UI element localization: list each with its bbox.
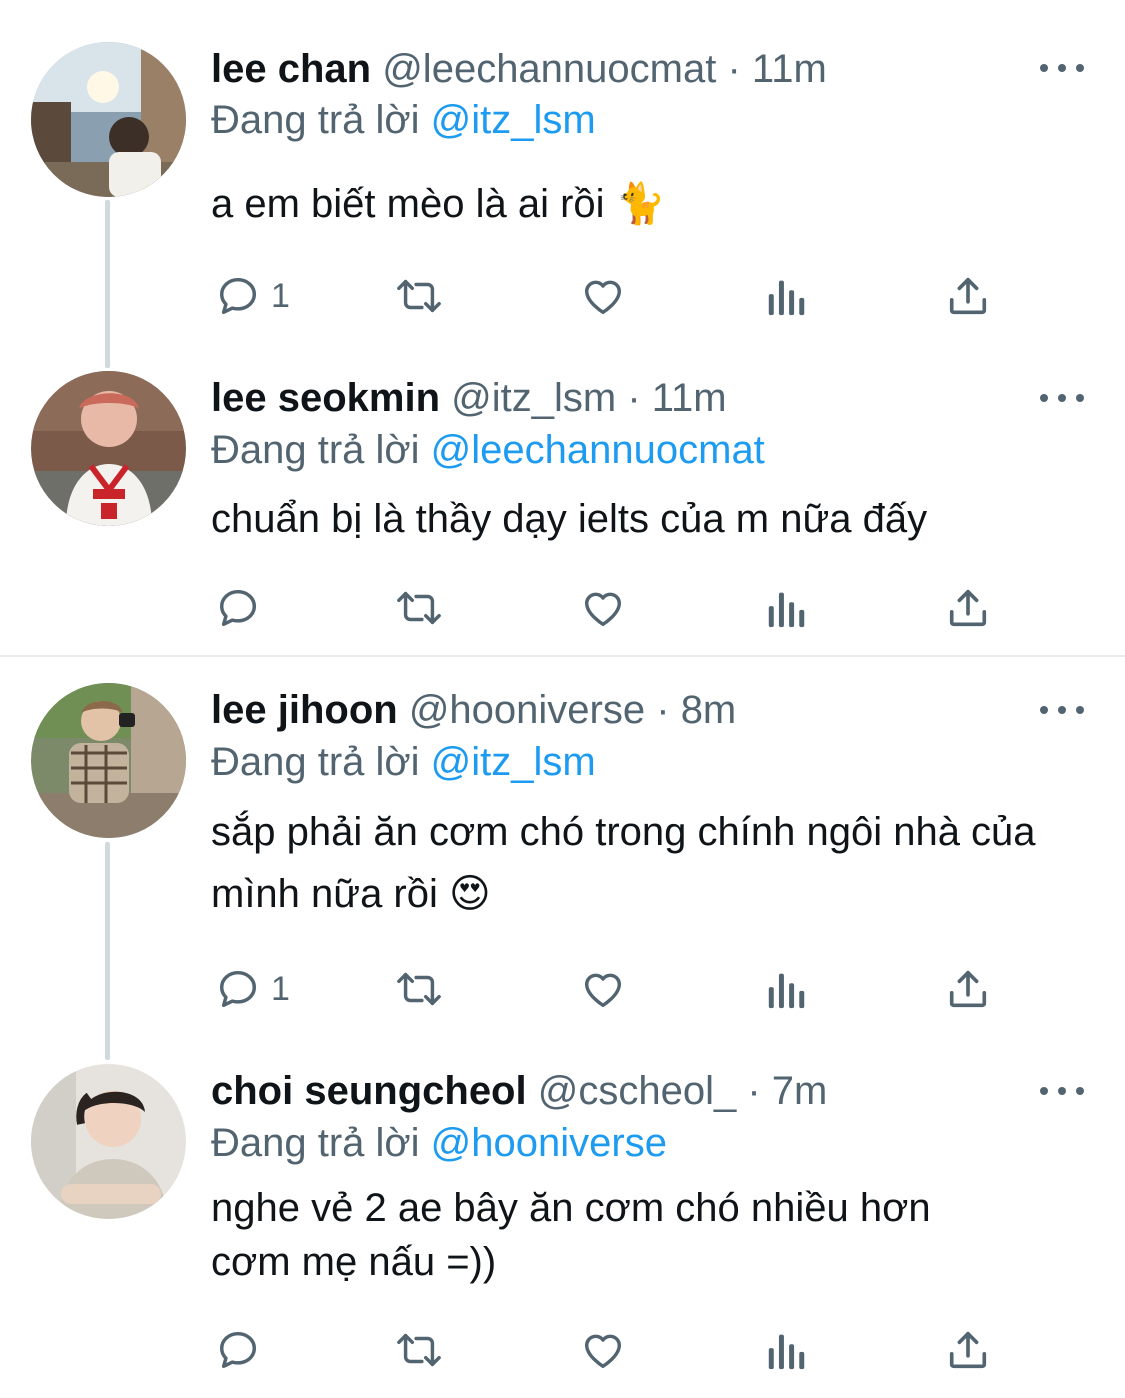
retweet-icon (397, 591, 441, 625)
reply-icon (219, 277, 257, 315)
mention-link[interactable]: @leechannuocmat (431, 428, 765, 472)
separator-dot: · (656, 688, 670, 732)
replying-to: Đang trả lời @hooniverse (211, 1120, 667, 1166)
reply-count: 1 (271, 969, 290, 1008)
share-icon (949, 589, 987, 627)
timestamp[interactable]: 8m (681, 688, 737, 732)
like-button[interactable] (579, 961, 627, 1017)
tweet-text: sắp phải ăn cơm chó trong chính ngôi nhà… (211, 810, 1036, 916)
replying-to-label: Đang trả lời (211, 1121, 431, 1165)
tweet-text: nghe vẻ 2 ae bây ăn cơm chó nhiều hơn cơ… (211, 1186, 931, 1284)
replying-to-label: Đang trả lời (211, 98, 431, 142)
mention-link[interactable]: @itz_lsm (431, 740, 596, 784)
retweet-button[interactable] (393, 580, 445, 636)
like-button[interactable] (579, 268, 627, 324)
timestamp[interactable]: 7m (772, 1069, 828, 1113)
heart-icon (584, 592, 622, 627)
more-icon[interactable] (1040, 700, 1084, 720)
avatar[interactable] (31, 683, 186, 838)
retweet-icon (397, 972, 441, 1006)
timestamp[interactable]: 11m (752, 47, 827, 91)
retweet-icon (397, 1333, 441, 1367)
share-button[interactable] (945, 961, 991, 1017)
heart-icon (584, 280, 622, 315)
timestamp[interactable]: 11m (652, 376, 727, 420)
reply-button[interactable]: 1 (215, 961, 290, 1017)
reply-button[interactable] (215, 580, 271, 636)
analytics-icon (768, 592, 805, 628)
more-icon[interactable] (1040, 1081, 1084, 1101)
reply-icon (219, 970, 257, 1008)
share-icon (949, 277, 987, 315)
like-button[interactable] (579, 1322, 627, 1378)
avatar[interactable] (31, 42, 186, 197)
analytics-icon (768, 280, 805, 316)
mention-link[interactable]: @hooniverse (431, 1121, 667, 1165)
display-name[interactable]: lee seokmin (211, 376, 440, 420)
user-handle[interactable]: @cscheol_ (538, 1069, 736, 1113)
heart-icon (584, 973, 622, 1008)
separator-dot: · (627, 376, 641, 420)
share-button[interactable] (945, 580, 991, 636)
user-handle[interactable]: @leechannuocmat (382, 47, 716, 91)
analytics-icon (768, 973, 805, 1009)
avatar[interactable] (31, 1064, 186, 1219)
tweet[interactable]: lee jihoon @hooniverse · 8m Đang trả lời… (0, 657, 1125, 1060)
tweet-text: a em biết mèo là ai rồi 🐈 (211, 182, 666, 226)
action-bar (211, 1322, 1011, 1378)
user-handle[interactable]: @itz_lsm (451, 376, 616, 420)
analytics-icon (768, 1334, 805, 1370)
views-button[interactable] (766, 580, 808, 636)
retweet-button[interactable] (393, 268, 445, 324)
reply-count: 1 (271, 276, 290, 315)
views-button[interactable] (766, 961, 808, 1017)
replying-to: Đang trả lời @itz_lsm (211, 97, 596, 143)
action-bar: 1 (211, 961, 1011, 1017)
tweet[interactable]: lee seokmin @itz_lsm · 11m Đang trả lời … (0, 368, 1125, 655)
reply-icon (219, 1331, 257, 1369)
replying-to-label: Đang trả lời (211, 428, 431, 472)
replying-to: Đang trả lời @itz_lsm (211, 739, 596, 785)
separator-dot: · (727, 47, 741, 91)
reply-icon (219, 589, 257, 627)
retweet-button[interactable] (393, 1322, 445, 1378)
action-bar: 1 (211, 268, 1011, 324)
avatar[interactable] (31, 371, 186, 526)
retweet-icon (397, 279, 441, 313)
replying-to: Đang trả lời @leechannuocmat (211, 427, 765, 473)
display-name[interactable]: lee jihoon (211, 688, 398, 732)
display-name[interactable]: lee chan (211, 47, 371, 91)
reply-button[interactable] (215, 1322, 271, 1378)
like-button[interactable] (579, 580, 627, 636)
display-name[interactable]: choi seungcheol (211, 1069, 527, 1113)
action-bar (211, 580, 1011, 636)
tweet[interactable]: lee chan @leechannuocmat · 11m Đang trả … (0, 0, 1125, 368)
mention-link[interactable]: @itz_lsm (431, 98, 596, 142)
separator-dot: · (747, 1069, 761, 1113)
share-icon (949, 1331, 987, 1369)
share-icon (949, 970, 987, 1008)
share-button[interactable] (945, 1322, 991, 1378)
views-button[interactable] (766, 1322, 808, 1378)
more-icon[interactable] (1040, 58, 1084, 78)
tweet-text: chuẩn bị là thầy dạy ielts của m nữa đấy (211, 497, 928, 541)
share-button[interactable] (945, 268, 991, 324)
tweet[interactable]: choi seungcheol @cscheol_ · 7m Đang trả … (0, 1060, 1125, 1398)
retweet-button[interactable] (393, 961, 445, 1017)
heart-icon (584, 1334, 622, 1369)
replying-to-label: Đang trả lời (211, 740, 431, 784)
reply-button[interactable]: 1 (215, 268, 290, 324)
more-icon[interactable] (1040, 388, 1084, 408)
user-handle[interactable]: @hooniverse (409, 688, 645, 732)
views-button[interactable] (766, 268, 808, 324)
